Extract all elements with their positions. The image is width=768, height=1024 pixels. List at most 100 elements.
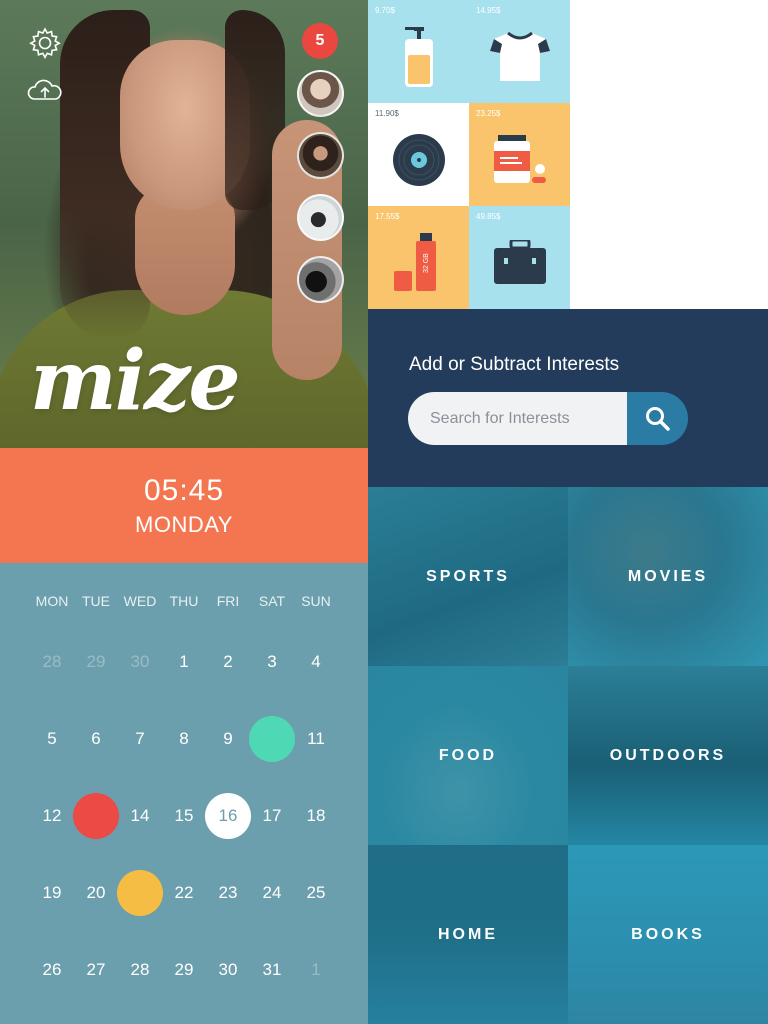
calendar-day[interactable]: 2 — [206, 639, 250, 716]
day-number: 8 — [179, 729, 189, 748]
interests-title: Add or Subtract Interests — [409, 354, 620, 375]
product-tile[interactable]: 9.70$ — [368, 0, 469, 103]
day-number: 20 — [86, 883, 106, 902]
calendar-day[interactable]: 5 — [30, 716, 74, 793]
day-number: 3 — [267, 652, 277, 671]
day-number: 28 — [130, 960, 150, 979]
calendar-day-event[interactable] — [117, 870, 163, 947]
day-number: 28 — [42, 652, 62, 671]
category-food[interactable]: FOOD — [368, 666, 568, 845]
pill-jar-icon — [493, 134, 546, 183]
category-label: BOOKS — [631, 925, 705, 943]
calendar-day-today[interactable]: 16 — [205, 793, 251, 870]
calendar-day[interactable]: 1 — [162, 639, 206, 716]
friend-avatar[interactable] — [297, 194, 344, 241]
calendar-day[interactable]: 29 — [74, 639, 118, 716]
notification-badge[interactable]: 5 — [302, 23, 338, 59]
calendar-day[interactable]: 23 — [206, 870, 250, 947]
weekday-label: FRI — [216, 593, 240, 609]
calendar-day[interactable]: 26 — [30, 947, 74, 1024]
calendar-days: 28 29 30 1 2 3 4 5 6 7 8 9 11 12 14 15 16 17 18 19 20 22 23 24 2… — [30, 639, 360, 1024]
day-number: 30 — [218, 960, 238, 979]
category-label: HOME — [438, 925, 498, 943]
day-number: 18 — [306, 806, 326, 825]
event-marker — [117, 870, 163, 916]
calendar-day[interactable]: 15 — [162, 793, 206, 870]
calendar: MON TUE WED THU FRI SAT SUN 28 29 30 1 2 3 4 5 6 7 8 9 11 1… — [0, 563, 368, 1024]
day-number: 1 — [179, 652, 189, 671]
calendar-day[interactable]: 22 — [162, 870, 206, 947]
day-number: 26 — [42, 960, 62, 979]
friend-avatar[interactable] — [297, 70, 344, 117]
weekday-label: THU — [169, 593, 199, 609]
category-grid: SPORTS MOVIES FOOD OUTDOORS HOME BOOKS — [368, 487, 768, 1024]
calendar-day[interactable]: 28 — [118, 947, 162, 1024]
day-number: 9 — [223, 729, 233, 748]
weekday-label: SUN — [301, 593, 331, 609]
search-input[interactable] — [408, 392, 628, 445]
category-outdoors[interactable]: OUTDOORS — [568, 666, 768, 845]
calendar-day[interactable]: 19 — [30, 870, 74, 947]
calendar-day[interactable]: 20 — [74, 870, 118, 947]
day-number: 2 — [223, 652, 233, 671]
product-price: 11.90$ — [375, 109, 399, 118]
day-number: 29 — [174, 960, 194, 979]
vinyl-record-icon — [392, 133, 445, 186]
product-tile[interactable]: 11.90$ — [368, 103, 469, 206]
calendar-day[interactable]: 11 — [294, 716, 338, 793]
product-tile[interactable]: 49.85$ — [469, 206, 570, 309]
day-number: 1 — [311, 960, 321, 979]
calendar-day[interactable]: 4 — [294, 639, 338, 716]
day-number: 17 — [262, 806, 282, 825]
calendar-day[interactable]: 17 — [250, 793, 294, 870]
calendar-day[interactable]: 27 — [74, 947, 118, 1024]
category-books[interactable]: BOOKS — [568, 845, 768, 1024]
day-number: 6 — [91, 729, 101, 748]
product-tile[interactable]: 14.95$ — [469, 0, 570, 103]
calendar-day[interactable]: 30 — [206, 947, 250, 1024]
day-number: 14 — [130, 806, 150, 825]
search-button[interactable] — [627, 392, 688, 445]
search-icon — [645, 406, 670, 431]
calendar-day[interactable]: 9 — [206, 716, 250, 793]
calendar-day[interactable]: 14 — [118, 793, 162, 870]
calendar-day[interactable]: 6 — [74, 716, 118, 793]
calendar-day[interactable]: 28 — [30, 639, 74, 716]
soap-bottle-icon — [404, 26, 433, 87]
svg-text:32 GB: 32 GB — [423, 252, 430, 272]
event-marker — [73, 793, 119, 839]
product-tile[interactable]: 17.55$ 32 GB — [368, 206, 469, 309]
product-grid: 9.70$ 14.95$ 11.90$ 23.25$ 17.55$ 32 GB … — [368, 0, 570, 309]
friend-avatar[interactable] — [297, 256, 344, 303]
app-logo: mize — [30, 333, 241, 429]
day-number: 22 — [174, 883, 194, 902]
calendar-day[interactable]: 24 — [250, 870, 294, 947]
cloud-upload-icon[interactable] — [26, 78, 64, 104]
friend-avatar[interactable] — [297, 132, 344, 179]
category-label: MOVIES — [627, 567, 709, 585]
day-number: 15 — [174, 806, 194, 825]
calendar-day[interactable]: 30 — [118, 639, 162, 716]
calendar-day[interactable]: 3 — [250, 639, 294, 716]
calendar-day[interactable]: 25 — [294, 870, 338, 947]
category-home[interactable]: HOME — [368, 845, 568, 1024]
day-number: 4 — [311, 652, 321, 671]
weekday-label: SAT — [258, 593, 286, 609]
gear-icon[interactable] — [28, 26, 62, 60]
calendar-day[interactable]: 29 — [162, 947, 206, 1024]
calendar-day[interactable]: 7 — [118, 716, 162, 793]
calendar-day-event[interactable] — [249, 716, 295, 793]
category-sports[interactable]: SPORTS — [368, 487, 568, 666]
calendar-day[interactable]: 31 — [250, 947, 294, 1024]
day-number: 5 — [47, 729, 57, 748]
calendar-day[interactable]: 8 — [162, 716, 206, 793]
clock-panel: 05:45 MONDAY — [0, 448, 368, 563]
calendar-day-event[interactable] — [73, 793, 119, 870]
category-label: FOOD — [438, 746, 498, 764]
calendar-day[interactable]: 1 — [294, 947, 338, 1024]
event-marker — [249, 716, 295, 762]
category-movies[interactable]: MOVIES — [568, 487, 768, 666]
product-tile[interactable]: 23.25$ — [469, 103, 570, 206]
calendar-day[interactable]: 18 — [294, 793, 338, 870]
calendar-day[interactable]: 12 — [30, 793, 74, 870]
